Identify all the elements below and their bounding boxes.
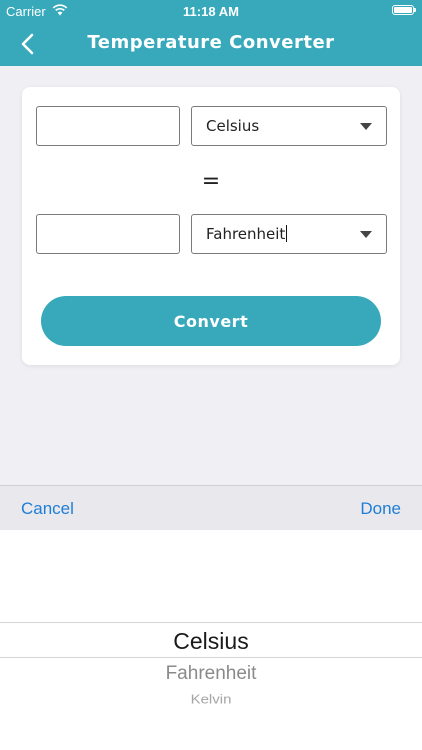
navigation-bar: Temperature Converter — [0, 22, 422, 66]
text-cursor — [286, 225, 288, 242]
battery-icon — [392, 5, 416, 15]
cancel-button[interactable]: Cancel — [21, 499, 74, 519]
picker-toolbar: Cancel Done — [0, 485, 422, 530]
top-bar: Carrier 11:18 AM Temperature Converter — [0, 0, 422, 66]
unit-picker[interactable]: Celsius Fahrenheit Kelvin — [0, 530, 422, 750]
picker-selection-bottom-line — [0, 657, 422, 658]
equals-sign: = — [201, 169, 221, 194]
done-button[interactable]: Done — [360, 499, 401, 519]
picker-option-kelvin[interactable]: Kelvin — [0, 692, 422, 706]
caret-down-icon — [360, 231, 372, 238]
status-bar: Carrier 11:18 AM — [0, 0, 422, 22]
converter-card: Celsius = Fahrenheit Convert — [22, 87, 400, 365]
screen: Carrier 11:18 AM Temperature Converter C… — [0, 0, 422, 750]
caret-down-icon — [360, 123, 372, 130]
picker-option-fahrenheit[interactable]: Fahrenheit — [0, 663, 422, 685]
to-unit-value-wrap: Fahrenheit — [206, 225, 288, 243]
convert-button[interactable]: Convert — [41, 296, 381, 346]
from-value-input[interactable] — [36, 106, 180, 146]
status-time: 11:18 AM — [183, 4, 239, 19]
to-unit-select[interactable]: Fahrenheit — [191, 214, 387, 254]
picker-option-celsius[interactable]: Celsius — [0, 628, 422, 655]
from-unit-select[interactable]: Celsius — [191, 106, 387, 146]
from-unit-value: Celsius — [206, 117, 260, 135]
page-title: Temperature Converter — [87, 32, 335, 53]
to-unit-value: Fahrenheit — [206, 225, 286, 243]
to-value-input[interactable] — [36, 214, 180, 254]
picker-selection-top-line — [0, 622, 422, 623]
